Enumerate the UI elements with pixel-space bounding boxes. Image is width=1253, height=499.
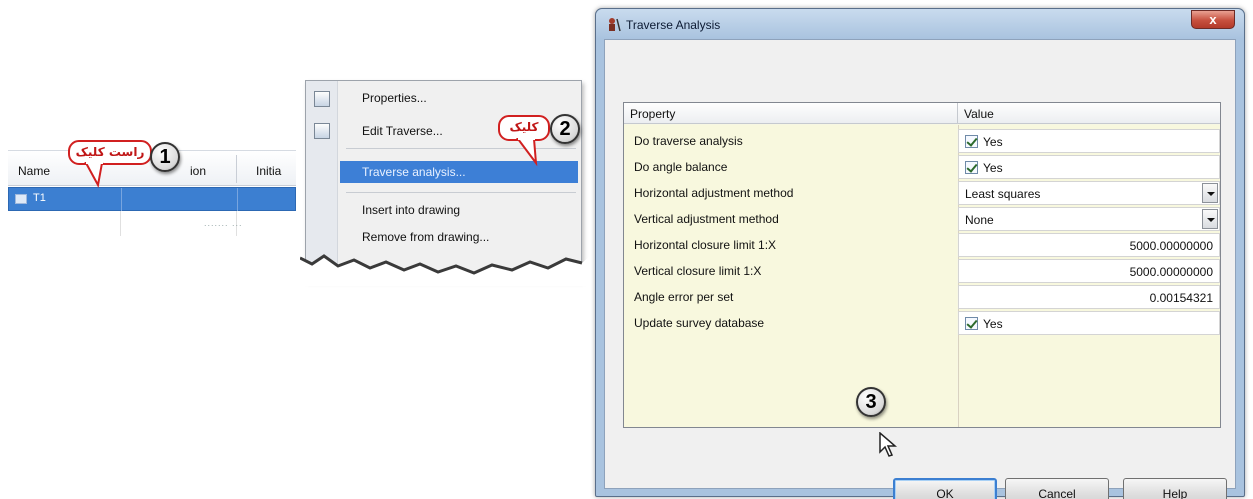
ok-button[interactable]: OK: [893, 478, 997, 499]
traverse-analysis-dialog: Traverse Analysis x Property Value Do tr…: [595, 8, 1245, 499]
column-header-property[interactable]: Property: [630, 107, 675, 121]
value-cell[interactable]: Yes: [958, 311, 1220, 335]
row-faint-text: ....... ...: [204, 218, 243, 228]
dropdown-value: None: [965, 213, 994, 227]
list-row-selected[interactable]: T1: [8, 187, 296, 212]
value-cell[interactable]: Yes: [958, 155, 1220, 179]
grid-header: Property Value: [624, 103, 1220, 124]
property-label: Vertical adjustment method: [634, 212, 779, 226]
property-row[interactable]: Vertical adjustment method None: [624, 206, 1220, 232]
step-number-1: 1: [150, 142, 180, 172]
value-text: 5000.00000000: [1129, 239, 1213, 253]
chevron-down-icon[interactable]: [1202, 209, 1218, 229]
chevron-down-icon[interactable]: [1202, 183, 1218, 203]
help-button[interactable]: Help: [1123, 478, 1227, 499]
callout-text: کلیک: [509, 120, 539, 134]
property-row[interactable]: Update survey database Yes: [624, 310, 1220, 336]
value-text: 5000.00000000: [1129, 265, 1213, 279]
value-text: Yes: [983, 161, 1003, 175]
column-header-value[interactable]: Value: [964, 107, 994, 121]
row-name: T1: [33, 192, 46, 204]
value-text: Yes: [983, 135, 1003, 149]
dropdown-vertical-method[interactable]: None: [958, 207, 1220, 231]
edit-traverse-icon: [314, 123, 330, 139]
property-grid: Property Value Do traverse analysis Yes …: [623, 102, 1221, 428]
menu-item-traverse-analysis[interactable]: Traverse analysis...: [340, 161, 578, 183]
property-label: Do traverse analysis: [634, 134, 743, 148]
column-header-initial[interactable]: Initia: [256, 164, 281, 178]
dropdown-horizontal-method[interactable]: Least squares: [958, 181, 1220, 205]
property-label: Horizontal adjustment method: [634, 186, 794, 200]
step-number-2: 2: [550, 114, 580, 144]
menu-item-remove-from-drawing[interactable]: Remove from drawing...: [340, 226, 578, 248]
properties-icon: [314, 91, 330, 107]
checkbox-checked[interactable]: [965, 161, 978, 174]
dialog-client-area: Property Value Do traverse analysis Yes …: [604, 39, 1236, 499]
value-text: 0.00154321: [1149, 291, 1213, 305]
property-label: Vertical closure limit 1:X: [634, 264, 762, 278]
step-number-3: 3: [856, 387, 886, 417]
property-row[interactable]: Do traverse analysis Yes: [624, 128, 1220, 154]
value-cell[interactable]: Yes: [958, 129, 1220, 153]
mouse-cursor-icon: [879, 432, 898, 457]
surveyor-icon: [609, 18, 621, 32]
cancel-button[interactable]: Cancel: [1005, 478, 1109, 499]
value-field[interactable]: 5000.00000000: [958, 259, 1220, 283]
traverse-icon: [15, 194, 27, 204]
dropdown-value: Least squares: [965, 187, 1041, 201]
column-divider[interactable]: [236, 155, 237, 183]
callout-tail: [84, 161, 104, 188]
value-field[interactable]: 5000.00000000: [958, 233, 1220, 257]
property-label: Do angle balance: [634, 160, 728, 174]
menu-separator: [346, 192, 576, 193]
checkbox-checked[interactable]: [965, 135, 978, 148]
callout-tail: [516, 137, 538, 167]
property-label: Update survey database: [634, 316, 765, 330]
callout-text: راست کلیک: [75, 145, 145, 159]
cell-divider: [237, 188, 238, 212]
property-row[interactable]: Do angle balance Yes: [624, 154, 1220, 180]
property-row[interactable]: Horizontal adjustment method Least squar…: [624, 180, 1220, 206]
property-row[interactable]: Horizontal closure limit 1:X 5000.000000…: [624, 232, 1220, 258]
close-button[interactable]: x: [1191, 10, 1235, 29]
column-header-name[interactable]: Name: [18, 164, 50, 178]
dialog-title: Traverse Analysis: [626, 18, 721, 32]
property-row[interactable]: Angle error per set 0.00154321: [624, 284, 1220, 310]
value-field[interactable]: 0.00154321: [958, 285, 1220, 309]
callout-right-click: راست کلیک: [68, 140, 152, 165]
property-label: Horizontal closure limit 1:X: [634, 238, 777, 252]
checkbox-checked[interactable]: [965, 317, 978, 330]
property-row[interactable]: Vertical closure limit 1:X 5000.00000000: [624, 258, 1220, 284]
value-text: Yes: [983, 317, 1003, 331]
list-row[interactable]: ....... ...: [8, 211, 296, 236]
menu-item-properties[interactable]: Properties...: [340, 87, 578, 109]
property-label: Angle error per set: [634, 290, 734, 304]
menu-item-insert-into-drawing[interactable]: Insert into drawing: [340, 199, 578, 221]
cell-divider: [121, 188, 122, 212]
cell-divider: [120, 211, 121, 236]
column-divider[interactable]: [957, 103, 958, 123]
title-bar[interactable]: Traverse Analysis x: [596, 9, 1244, 39]
torn-edge: [300, 254, 590, 286]
column-header-description[interactable]: ion: [190, 164, 206, 178]
